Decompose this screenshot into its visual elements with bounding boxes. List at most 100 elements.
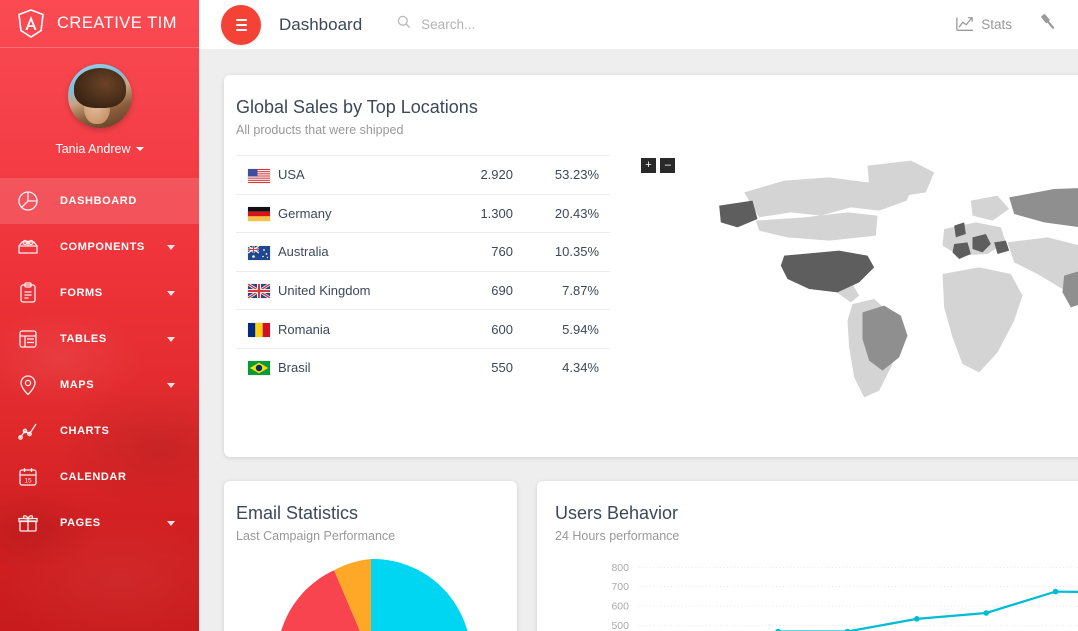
stats-label: Stats — [981, 17, 1012, 32]
sidebar-item-components[interactable]: COMPONENTS — [0, 224, 199, 270]
search-icon — [396, 14, 412, 35]
email-card-header: Email Statistics Last Campaign Performan… — [224, 481, 517, 543]
flag-de-icon — [248, 207, 270, 222]
country-name: Australia — [278, 232, 441, 272]
world-map-svg — [719, 160, 1078, 398]
country-name: Brasil — [278, 347, 441, 387]
country-name: Romania — [278, 309, 441, 349]
search-box[interactable] — [396, 14, 602, 35]
flag-au-icon — [247, 245, 270, 260]
flag-us-icon — [248, 168, 270, 183]
sidebar-item-dashboard[interactable]: DASHBOARD — [0, 178, 199, 224]
sidebar-item-label: COMPONENTS — [60, 241, 145, 253]
main-content: Global Sales by Top Locations All produc… — [199, 49, 1078, 631]
users-card-subtitle: 24 Hours performance — [555, 529, 680, 543]
country-amount: 600 — [441, 309, 527, 349]
hamburger-menu-icon[interactable] — [221, 4, 261, 45]
stats-link[interactable]: Stats — [955, 15, 1012, 35]
sidebar-item-label: DASHBOARD — [60, 195, 137, 207]
table-row[interactable]: Germany 1.300 20.43% — [236, 193, 611, 233]
sidebar-item-label: TABLES — [60, 333, 107, 345]
calendar-icon: 15 — [16, 465, 40, 489]
country-amount: 1.300 — [441, 193, 527, 233]
country-amount: 690 — [441, 270, 527, 310]
map-zoom-controls: + – — [641, 155, 676, 176]
gift-box-icon — [16, 511, 40, 535]
sidebar-item-label: CALENDAR — [60, 471, 127, 483]
gavel-icon[interactable] — [1038, 12, 1058, 37]
plus-icon[interactable]: + — [641, 158, 656, 173]
country-name: United Kingdom — [278, 270, 441, 310]
table-row[interactable]: USA 2.920 53.23% — [236, 155, 611, 195]
sidebar-item-maps[interactable]: MAPS — [0, 362, 199, 408]
table-row[interactable]: United Kingdom 690 7.87% — [236, 270, 611, 310]
minus-icon[interactable]: – — [660, 158, 676, 173]
svg-text:600: 600 — [611, 601, 629, 613]
sidebar-item-label: FORMS — [60, 287, 103, 299]
pie-chart-svg: 32% 6% — [280, 558, 467, 631]
users-card-header: Users Behavior 24 Hours performance — [537, 481, 1078, 543]
sidebar-item-calendar[interactable]: 15 CALENDAR — [0, 454, 199, 500]
user-name-dropdown[interactable]: Tania Andrew — [55, 142, 144, 156]
country-percent: 10.35% — [527, 232, 611, 272]
search-input[interactable] — [421, 17, 602, 32]
chevron-down-icon — [167, 383, 175, 388]
sidebar-item-tables[interactable]: TABLES — [0, 316, 199, 362]
table-grid-icon — [16, 327, 40, 351]
sidebar: CREATIVE TIM Tania Andrew DASHBOARD COMP… — [0, 0, 199, 631]
users-line-chart[interactable]: 400500600700800 — [537, 555, 1078, 631]
sales-card-header: Global Sales by Top Locations All produc… — [224, 75, 1078, 137]
svg-text:800: 800 — [611, 562, 629, 574]
country-name: Germany — [278, 193, 441, 233]
flag-gb-icon — [247, 283, 271, 300]
user-name-label: Tania Andrew — [55, 142, 131, 156]
country-percent: 20.43% — [527, 193, 611, 233]
email-card-subtitle: Last Campaign Performance — [236, 529, 396, 543]
global-sales-card: Global Sales by Top Locations All produc… — [224, 75, 1078, 457]
svg-text:700: 700 — [611, 581, 629, 593]
country-amount: 760 — [441, 232, 527, 272]
sidebar-item-label: MAPS — [60, 379, 95, 391]
sales-card-subtitle: All products that were shipped — [236, 123, 404, 137]
email-statistics-card: Email Statistics Last Campaign Performan… — [224, 481, 517, 631]
email-pie-chart[interactable]: 32% 6% — [271, 557, 471, 631]
map-pin-icon — [16, 373, 40, 397]
sidebar-item-forms[interactable]: FORMS — [0, 270, 199, 316]
users-card-title: Users Behavior — [555, 503, 679, 523]
sales-table: USA 2.920 53.23% Germany 1.300 20.43% Au… — [236, 155, 611, 387]
country-name: USA — [278, 155, 441, 195]
country-percent: 7.87% — [527, 270, 611, 310]
sales-card-body: USA 2.920 53.23% Germany 1.300 20.43% Au… — [224, 137, 1078, 399]
country-percent: 53.23% — [527, 155, 611, 195]
sidebar-item-label: CHARTS — [60, 425, 110, 437]
brand-name: CREATIVE TIM — [57, 14, 177, 32]
sidebar-item-charts[interactable]: CHARTS — [0, 408, 199, 454]
avatar[interactable] — [67, 64, 132, 128]
table-row[interactable]: Brasil 550 4.34% — [236, 347, 611, 387]
table-row[interactable]: Australia 760 10.35% — [236, 232, 611, 272]
page-title: Dashboard — [279, 14, 363, 34]
country-amount: 550 — [441, 347, 527, 387]
topbar-actions: Stats — [955, 12, 1078, 37]
email-card-title: Email Statistics — [236, 503, 359, 523]
line-chart-icon — [16, 419, 40, 443]
svg-text:15: 15 — [24, 478, 32, 485]
chevron-down-icon — [167, 291, 175, 296]
world-map[interactable]: + – — [629, 149, 1078, 399]
top-navbar: Dashboard Stats — [199, 0, 1078, 49]
user-panel: Tania Andrew — [0, 48, 199, 158]
pie-chart-icon — [16, 189, 40, 213]
country-percent: 5.94% — [527, 309, 611, 349]
chevron-down-icon — [167, 337, 175, 342]
brand-header[interactable]: CREATIVE TIM — [0, 0, 199, 48]
clipboard-icon — [16, 281, 40, 305]
trending-up-icon — [955, 15, 974, 35]
caret-down-icon — [135, 147, 144, 151]
angular-shield-icon — [17, 8, 45, 39]
table-row[interactable]: Romania 600 5.94% — [236, 309, 611, 349]
flag-br-icon — [248, 361, 270, 376]
sales-card-title: Global Sales by Top Locations — [236, 97, 478, 117]
line-chart-svg: 400500600700800 — [611, 562, 1078, 631]
sidebar-item-label: PAGES — [60, 517, 101, 529]
sidebar-item-pages[interactable]: PAGES — [0, 500, 199, 546]
